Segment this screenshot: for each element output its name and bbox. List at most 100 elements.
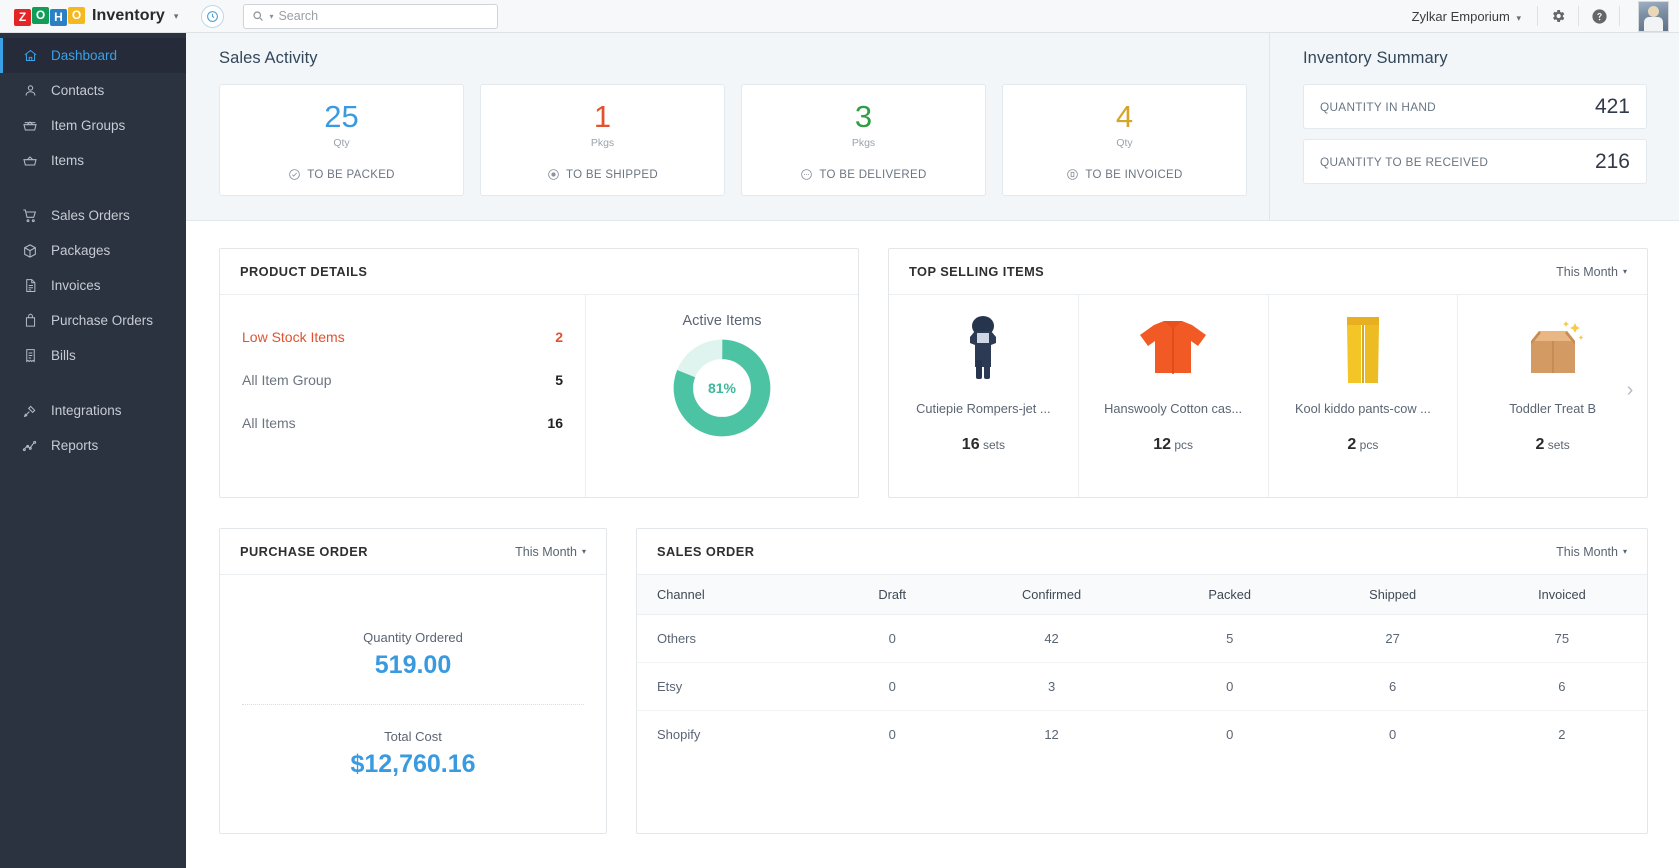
sidebar-item-invoices[interactable]: Invoices [0,268,186,303]
sidebar-item-label: Packages [51,243,110,258]
activity-unit: Pkgs [489,137,716,149]
app-root: Z O H O Inventory ▾ ▾ Zylkar E [0,0,1679,868]
product-details-list: Low Stock Items 2 All Item Group 5 All I… [220,295,586,497]
sidebar-item-sales-orders[interactable]: Sales Orders [0,198,186,233]
sidebar-gap [0,178,186,198]
app-body: Dashboard Contacts Item Groups [0,33,1679,868]
logo-letter-o1: O [32,7,49,24]
sidebar-item-dashboard[interactable]: Dashboard [0,38,186,73]
recent-activity-clock-icon[interactable] [201,5,224,28]
activity-unit: Qty [228,137,455,149]
sidebar-item-contacts[interactable]: Contacts [0,73,186,108]
activity-card-to-be-delivered[interactable]: 3 Pkgs TO BE DELIVERED [741,84,986,196]
inventory-summary-title: Inventory Summary [1303,49,1647,68]
home-icon [22,48,38,63]
column-header-channel: Channel [637,575,832,615]
receipt-icon [22,348,38,363]
top-selling-item-unit: sets [1548,438,1570,452]
column-header-invoiced: Invoiced [1477,575,1647,615]
sales-order-period-selector[interactable]: This Month ▾ [1556,545,1627,559]
sidebar-item-purchase-orders[interactable]: Purchase Orders [0,303,186,338]
table-row[interactable]: Etsy 0 3 0 6 6 [637,663,1647,711]
product-detail-row-low-stock[interactable]: Low Stock Items 2 [242,315,563,358]
activity-value: 25 [228,101,455,132]
activity-card-to-be-shipped[interactable]: 1 Pkgs TO BE SHIPPED [480,84,725,196]
cell-draft: 0 [832,615,952,663]
product-detail-label: All Items [242,415,296,431]
table-row[interactable]: Others 0 42 5 27 75 [637,615,1647,663]
activity-card-to-be-invoiced[interactable]: 4 Qty TO BE INVOICED [1002,84,1247,196]
cell-shipped: 6 [1308,663,1476,711]
product-detail-row-all-item-group[interactable]: All Item Group 5 [242,358,563,401]
check-circle-icon [288,168,301,181]
purchase-order-card: PURCHASE ORDER This Month ▾ Quantity Ord… [219,528,607,834]
purchase-order-title: PURCHASE ORDER [240,544,368,559]
cell-channel: Shopify [637,711,832,759]
top-selling-period-selector[interactable]: This Month ▾ [1556,265,1627,279]
activity-value: 3 [750,101,977,132]
cell-packed: 0 [1151,711,1309,759]
product-details-header: PRODUCT DETAILS [220,249,858,295]
active-items-chart-panel: Active Items 81% [586,295,858,497]
search-input[interactable] [278,9,489,23]
active-items-percent-label: 81% [671,337,773,439]
search-filter-caret-icon[interactable]: ▾ [269,12,273,21]
inventory-row-quantity-to-be-received[interactable]: QUANTITY TO BE RECEIVED 216 [1303,139,1647,184]
sidebar-item-integrations[interactable]: Integrations [0,393,186,428]
help-question-icon[interactable] [1588,5,1610,27]
cell-confirmed: 42 [952,615,1151,663]
orange-cardigan-image [1089,313,1258,387]
sales-order-card: SALES ORDER This Month ▾ Channel Draft [636,528,1648,834]
inventory-summary-panel: Inventory Summary QUANTITY IN HAND 421 Q… [1269,33,1679,220]
user-avatar[interactable] [1638,1,1669,32]
top-selling-item-unit: pcs [1174,438,1193,452]
cell-channel: Etsy [637,663,832,711]
sidebar-item-packages[interactable]: Packages [0,233,186,268]
sales-activity-panel: Sales Activity 25 Qty T [186,33,1269,220]
top-selling-item[interactable]: Hanswooly Cotton cas... 12 pcs [1079,295,1269,497]
brand[interactable]: Z O H O Inventory ▾ [14,7,178,26]
app-switcher-caret-icon[interactable]: ▾ [174,11,179,22]
cards-row-2: PURCHASE ORDER This Month ▾ Quantity Ord… [219,528,1648,834]
top-selling-item-name: Toddler Treat B [1468,401,1637,416]
sidebar-item-label: Purchase Orders [51,313,153,328]
sidebar-item-item-groups[interactable]: Item Groups [0,108,186,143]
cell-shipped: 27 [1308,615,1476,663]
top-selling-item[interactable]: Kool kiddo pants-cow ... 2 pcs [1269,295,1459,497]
sidebar-item-reports[interactable]: Reports [0,428,186,463]
analytics-icon [22,438,38,454]
organization-selector[interactable]: Zylkar Emporium ▾ [1405,9,1528,24]
product-detail-row-all-items[interactable]: All Items 16 [242,401,563,444]
table-row[interactable]: Shopify 0 12 0 0 2 [637,711,1647,759]
inventory-row-quantity-in-hand[interactable]: QUANTITY IN HAND 421 [1303,84,1647,129]
dots-circle-icon [800,168,813,181]
sidebar-item-bills[interactable]: Bills [0,338,186,373]
settings-gear-icon[interactable] [1547,5,1569,27]
sales-activity-cards: 25 Qty TO BE PACKED [219,84,1247,196]
column-header-confirmed: Confirmed [952,575,1151,615]
sidebar-item-label: Item Groups [51,118,125,133]
product-detail-label: Low Stock Items [242,329,345,345]
top-selling-item-name: Hanswooly Cotton cas... [1089,401,1258,416]
active-items-donut-chart: 81% [671,337,773,439]
cell-shipped: 0 [1308,711,1476,759]
basket-stack-icon [22,118,38,134]
user-icon [22,83,38,98]
activity-value: 1 [489,101,716,132]
period-label: This Month [515,545,577,559]
cell-draft: 0 [832,711,952,759]
doc-circle-icon [1066,168,1079,181]
sales-order-table: Channel Draft Confirmed Packed Shipped I… [637,575,1647,758]
purchase-order-period-selector[interactable]: This Month ▾ [515,545,586,559]
top-selling-item[interactable]: Cutiepie Rompers-jet ... 16 sets [889,295,1079,497]
sales-order-title: SALES ORDER [657,544,754,559]
chevron-right-icon[interactable]: › [1619,379,1641,401]
total-cost-label: Total Cost [220,729,606,744]
top-selling-item-qty: 2 [1535,436,1544,453]
sidebar-item-items[interactable]: Items [0,143,186,178]
search-box[interactable]: ▾ [243,4,498,29]
table-header-row: Channel Draft Confirmed Packed Shipped I… [637,575,1647,615]
activity-card-to-be-packed[interactable]: 25 Qty TO BE PACKED [219,84,464,196]
sidebar-item-label: Invoices [51,278,101,293]
column-header-draft: Draft [832,575,952,615]
